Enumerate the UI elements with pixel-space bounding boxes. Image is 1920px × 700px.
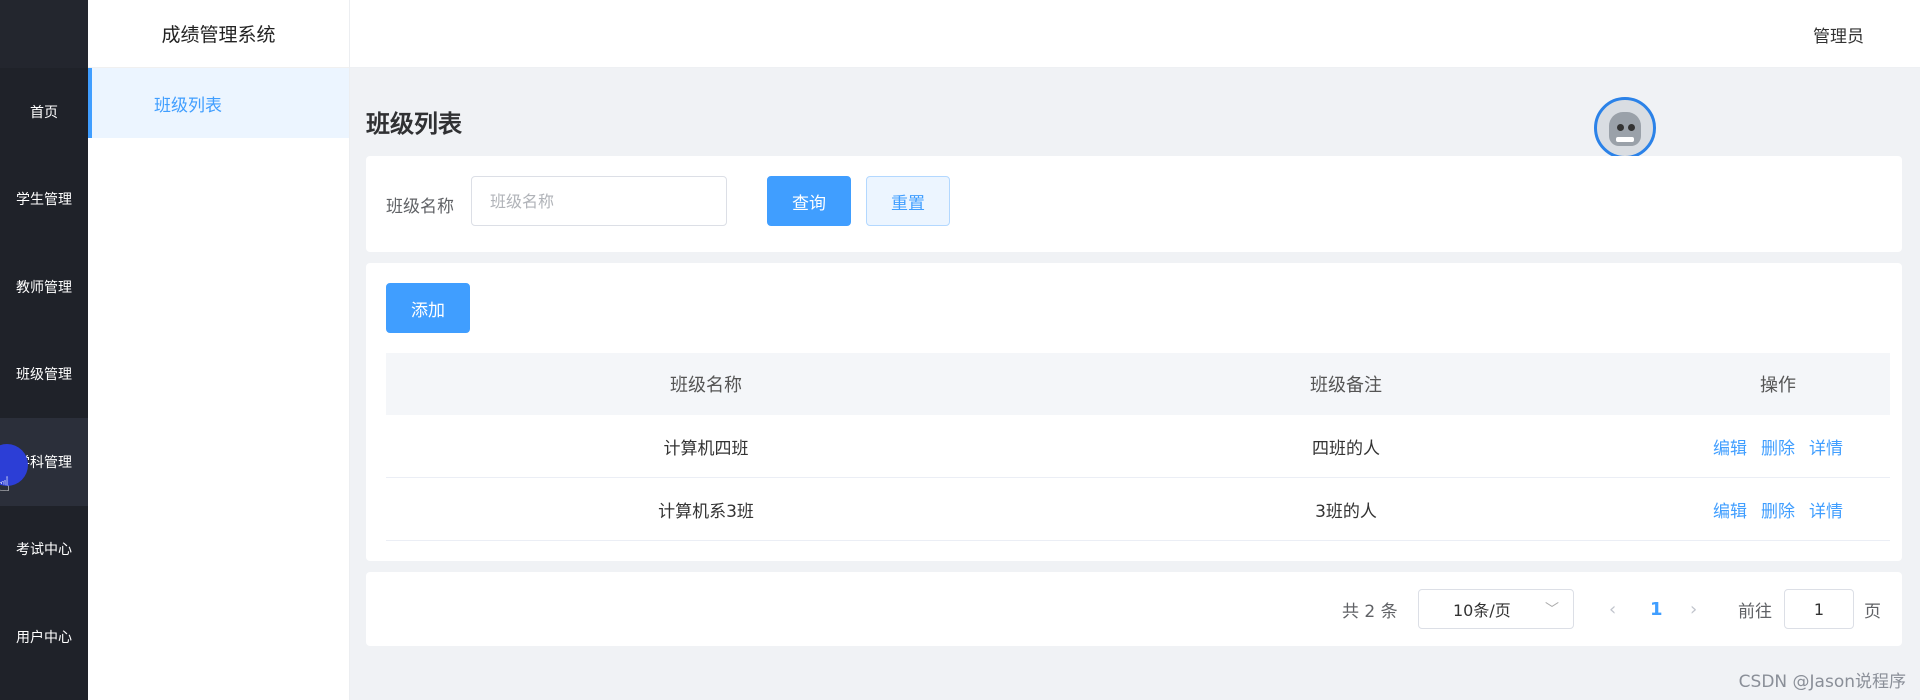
cell-operations: 编辑 删除 详情 (1666, 434, 1890, 459)
next-page-button[interactable]: › (1690, 572, 1697, 646)
avatar[interactable] (1594, 97, 1656, 159)
nav-item-label: 学生管理 (16, 192, 72, 209)
table-header: 班级名称 班级备注 操作 (386, 353, 1890, 415)
edit-link[interactable]: 编辑 (1713, 434, 1747, 459)
search-label: 班级名称 (386, 196, 454, 217)
cell-class-remark: 四班的人 (1312, 438, 1380, 459)
eye-icon (1628, 124, 1635, 131)
cell-class-name: 计算机系3班 (658, 501, 754, 522)
class-table: 班级名称 班级备注 操作 计算机四班 四班的人 编辑 删除 详情 计算机系3班 … (386, 353, 1890, 541)
page-number-current[interactable]: 1 (1650, 572, 1663, 646)
submenu-panel: 成绩管理系统 班级列表 (88, 0, 350, 700)
detail-link[interactable]: 详情 (1809, 434, 1843, 459)
nav-item-home[interactable]: 首页 (0, 68, 88, 156)
nav-item-teachers[interactable]: 教师管理 (0, 243, 88, 331)
nav-item-exams[interactable]: 考试中心 (0, 506, 88, 594)
prev-page-button[interactable]: ‹ (1609, 572, 1616, 646)
header-operations-label: 操作 (1760, 375, 1796, 396)
nav-item-user-center[interactable]: 用户中心 (0, 593, 88, 681)
chevron-down-icon: ﹀ (1545, 602, 1559, 618)
cell-operations: 编辑 删除 详情 (1666, 497, 1890, 522)
header-class-name: 班级名称 (670, 375, 742, 396)
goto-label: 前往 (1738, 601, 1772, 622)
hand-cursor-icon: ☝ (0, 472, 11, 496)
eye-icon (1617, 124, 1624, 131)
table-row: 计算机系3班 3班的人 编辑 删除 详情 (386, 478, 1890, 541)
chevron-left-icon: ‹ (1609, 598, 1617, 620)
nav-item-classes[interactable]: 班级管理 (0, 331, 88, 419)
watermark: CSDN @Jason说程序 (1738, 672, 1906, 692)
nav-item-label: 教师管理 (16, 279, 72, 296)
top-header: 管理员 (350, 0, 1920, 68)
delete-link[interactable]: 删除 (1761, 497, 1795, 522)
mouth-icon (1616, 137, 1634, 142)
header-operations: 操作 (1666, 371, 1890, 397)
app-title: 成绩管理系统 (88, 0, 349, 68)
reset-button[interactable]: 重置 (866, 176, 950, 226)
detail-link[interactable]: 详情 (1809, 497, 1843, 522)
submenu-item-label: 班级列表 (154, 95, 222, 116)
rail-logo-area (0, 0, 88, 68)
page-size-value: 10条/页 (1453, 601, 1511, 620)
cell-class-name: 计算机四班 (663, 438, 749, 459)
class-table-card: 添加 班级名称 班级备注 操作 计算机四班 四班的人 编辑 删除 详情 计算机系… (366, 263, 1902, 561)
nav-item-students[interactable]: 学生管理 (0, 156, 88, 244)
nav-item-label: 班级管理 (16, 367, 72, 384)
class-name-input[interactable] (471, 176, 727, 226)
delete-link[interactable]: 删除 (1761, 434, 1795, 459)
search-form: 班级名称 查询 重置 (366, 156, 1902, 252)
goto-page-input[interactable] (1784, 589, 1854, 629)
page-suffix: 页 (1864, 601, 1881, 622)
add-button[interactable]: 添加 (386, 283, 470, 333)
pagination: 共 2 条 10条/页 ﹀ ‹ 1 › 前往 页 (366, 572, 1902, 646)
cell-class-remark: 3班的人 (1315, 501, 1377, 522)
main-nav-rail: 首页 学生管理 教师管理 班级管理 学科管理 考试中心 用户中心 (0, 0, 88, 700)
pagination-total: 共 2 条 (1342, 601, 1398, 622)
page-title: 班级列表 (366, 110, 462, 138)
nav-item-label: 考试中心 (16, 542, 72, 559)
submenu-item-class-list[interactable]: 班级列表 (88, 68, 349, 138)
query-button[interactable]: 查询 (767, 176, 851, 226)
nav-item-label: 用户中心 (16, 629, 72, 646)
edit-link[interactable]: 编辑 (1713, 497, 1747, 522)
table-row: 计算机四班 四班的人 编辑 删除 详情 (386, 415, 1890, 478)
user-menu[interactable]: 管理员 (1813, 0, 1864, 68)
nav-item-label: 首页 (30, 104, 58, 121)
header-class-remark: 班级备注 (1310, 375, 1382, 396)
chevron-right-icon: › (1690, 598, 1698, 620)
page-size-select[interactable]: 10条/页 ﹀ (1418, 589, 1574, 629)
